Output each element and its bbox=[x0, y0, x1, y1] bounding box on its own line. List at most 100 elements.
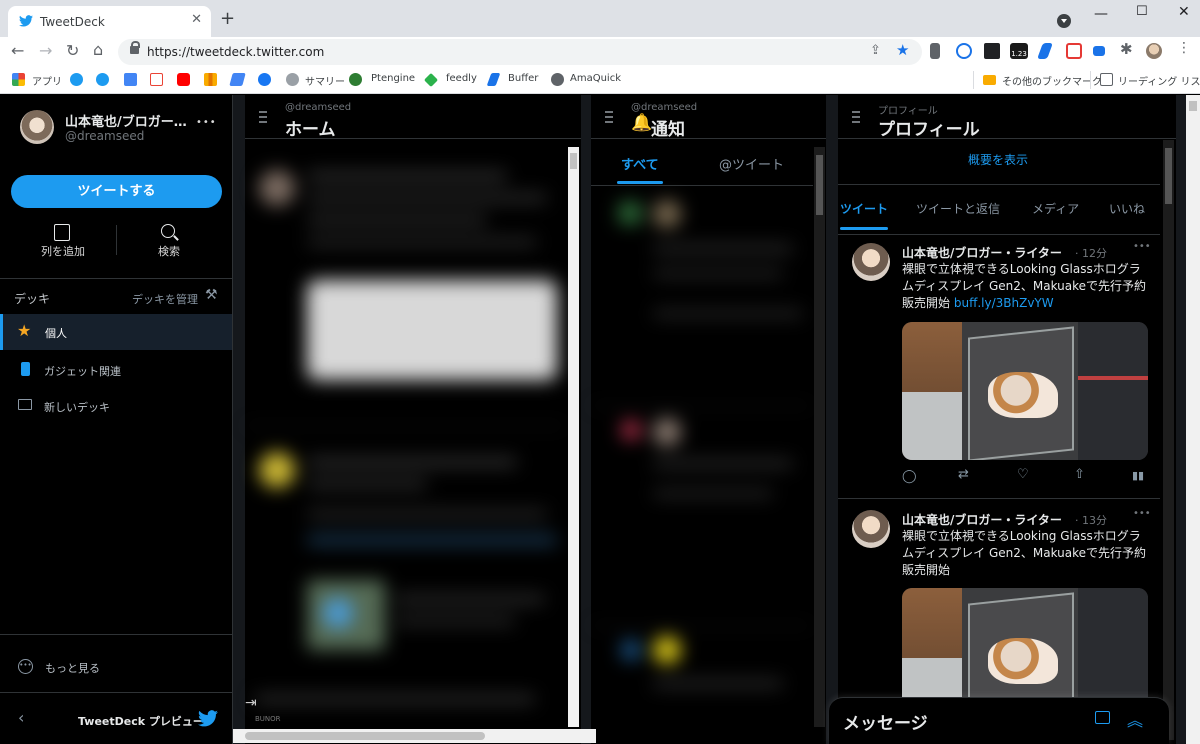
horizontal-scrollbar-thumb[interactable] bbox=[245, 732, 485, 740]
column-header[interactable]: @dreamseed ホーム bbox=[245, 95, 581, 140]
screenshot-extension-icon[interactable] bbox=[1066, 43, 1082, 59]
horizontal-scrollbar[interactable] bbox=[233, 729, 596, 743]
tweet-button[interactable]: ツイートする bbox=[11, 175, 222, 208]
deck-item-gadget[interactable]: ガジェット関連 bbox=[0, 351, 232, 387]
column-header[interactable]: @dreamseed 通知 🔔 bbox=[591, 95, 826, 140]
deck-item-personal[interactable]: ★ 個人 bbox=[0, 314, 232, 350]
bookmark-buffer[interactable]: Buffer bbox=[508, 73, 538, 84]
manage-decks-link[interactable]: デッキを管理 bbox=[132, 291, 198, 307]
tab-tweets[interactable]: ツイート bbox=[840, 200, 888, 217]
scrollbar[interactable] bbox=[568, 147, 579, 727]
account-menu-icon[interactable]: ••• bbox=[196, 117, 217, 128]
column-account: @dreamseed bbox=[631, 102, 698, 113]
show-overview-link[interactable]: 概要を表示 bbox=[968, 151, 1028, 168]
expand-messages-icon[interactable]: ︽ bbox=[1127, 707, 1143, 731]
drag-handle-icon[interactable] bbox=[852, 111, 860, 123]
tab-media[interactable]: メディア bbox=[1032, 200, 1079, 217]
tab-search-button[interactable] bbox=[1057, 14, 1071, 28]
tab-mentions[interactable]: @ツイート bbox=[719, 154, 784, 173]
extension-icon[interactable] bbox=[930, 43, 940, 59]
tweetdeck-extension-icon[interactable] bbox=[1093, 46, 1105, 56]
scrollbar[interactable] bbox=[1163, 140, 1174, 740]
tweet-author[interactable]: 山本竜也/ブロガー・ライター bbox=[902, 511, 1062, 528]
tweet-menu-icon[interactable]: ••• bbox=[1133, 508, 1151, 519]
lock-icon bbox=[130, 41, 140, 54]
gmail-bookmark-icon[interactable] bbox=[150, 73, 163, 86]
onepassword-extension-icon[interactable] bbox=[956, 43, 972, 59]
analytics-icon[interactable]: ▮▮ bbox=[1132, 469, 1144, 482]
column-header[interactable]: プロフィール プロフィール bbox=[838, 95, 1176, 140]
tweet-link[interactable]: buff.ly/3BhZvYW bbox=[954, 296, 1054, 310]
extensions-puzzle-icon[interactable]: ✱ bbox=[1120, 40, 1136, 58]
tweet-item[interactable]: 山本竜也/ブロガー・ライター · 12分 ••• 裸眼で立体視できるLookin… bbox=[838, 235, 1160, 499]
bookmark-feedly[interactable]: feedly bbox=[446, 73, 477, 84]
column-title: 通知 bbox=[651, 120, 685, 140]
counter-extension-icon[interactable]: 1.23 bbox=[1010, 43, 1028, 59]
maximize-button[interactable]: ☐ bbox=[1136, 4, 1148, 19]
bookmark-star-icon[interactable]: ★ bbox=[896, 41, 909, 59]
page-scrollbar[interactable] bbox=[1186, 95, 1200, 744]
browser-menu-icon[interactable]: ⋮ bbox=[1177, 40, 1193, 56]
address-bar[interactable]: https://tweetdeck.twitter.com ⇪ ★ bbox=[118, 39, 922, 65]
bookmark-amaquick[interactable]: AmaQuick bbox=[570, 73, 621, 84]
bookmark-ptengine[interactable]: Ptengine bbox=[371, 73, 415, 84]
tab-likes[interactable]: いいね bbox=[1109, 200, 1145, 217]
new-deck-icon bbox=[18, 399, 32, 410]
buffer-bookmark-icon bbox=[486, 73, 501, 86]
tweet-menu-icon[interactable]: ••• bbox=[1133, 241, 1151, 252]
account-name[interactable]: 山本竜也/ブロガー… bbox=[65, 111, 187, 130]
reply-icon[interactable]: ◯ bbox=[902, 469, 917, 484]
retweet-icon[interactable]: ⇄ bbox=[958, 467, 969, 482]
new-message-icon[interactable] bbox=[1095, 711, 1110, 724]
youtube-bookmark-icon[interactable] bbox=[177, 73, 190, 86]
back-button[interactable]: ← bbox=[11, 41, 24, 60]
bookmarks-divider-2 bbox=[1090, 71, 1091, 89]
bookmark-apps[interactable]: アプリ bbox=[32, 73, 62, 88]
bell-icon: 🔔 bbox=[631, 113, 653, 133]
twitter-bookmark-icon[interactable] bbox=[70, 73, 83, 86]
like-icon[interactable]: ♡ bbox=[1017, 467, 1029, 482]
twitter-bookmark-icon-2[interactable] bbox=[96, 73, 109, 86]
deck-item-new[interactable]: 新しいデッキ bbox=[0, 387, 232, 423]
column-home: @dreamseed ホーム BUNOR bbox=[245, 95, 581, 744]
calendar-bookmark-icon[interactable] bbox=[124, 73, 137, 86]
buffer-extension-icon[interactable] bbox=[984, 43, 1000, 59]
close-tab-icon[interactable]: ✕ bbox=[191, 12, 202, 27]
browser-tab[interactable]: TweetDeck ✕ bbox=[8, 6, 211, 37]
scrollbar[interactable] bbox=[814, 147, 825, 727]
home-button[interactable]: ⌂ bbox=[93, 40, 103, 59]
tweet-avatar[interactable] bbox=[852, 510, 890, 548]
show-more-link[interactable]: もっと見る bbox=[45, 660, 100, 676]
reload-button[interactable]: ↻ bbox=[66, 41, 79, 60]
page-scrollbar-thumb[interactable] bbox=[1189, 101, 1197, 111]
facebook-bookmark-icon[interactable] bbox=[258, 73, 271, 86]
expand-icon[interactable]: ⇥ bbox=[245, 695, 257, 711]
tab-tweets-replies[interactable]: ツイートと返信 bbox=[916, 200, 1000, 217]
forward-button[interactable]: → bbox=[39, 41, 52, 60]
search-button[interactable]: 検索 bbox=[148, 221, 198, 261]
minimize-button[interactable]: — bbox=[1094, 6, 1108, 22]
share-icon[interactable]: ⇧ bbox=[1074, 467, 1085, 482]
drag-handle-icon[interactable] bbox=[605, 111, 613, 123]
close-window-button[interactable]: ✕ bbox=[1178, 4, 1190, 20]
other-bookmarks[interactable]: その他のブックマーク bbox=[1002, 73, 1102, 88]
messages-drawer[interactable]: メッセージ ︽ bbox=[829, 697, 1169, 744]
account-avatar[interactable] bbox=[20, 110, 54, 144]
pen-extension-icon[interactable] bbox=[1037, 43, 1053, 59]
new-tab-button[interactable]: + bbox=[220, 8, 235, 29]
collapse-sidebar-icon[interactable]: ‹ bbox=[18, 708, 24, 727]
wrench-icon[interactable]: ⚒ bbox=[205, 287, 218, 303]
install-app-icon[interactable]: ⇪ bbox=[870, 43, 881, 58]
ads-bookmark-icon[interactable] bbox=[229, 73, 246, 86]
tweet-author[interactable]: 山本竜也/ブロガー・ライター bbox=[902, 244, 1062, 261]
tweet-photo[interactable] bbox=[902, 322, 1148, 460]
tweet-avatar[interactable] bbox=[852, 243, 890, 281]
add-column-button[interactable]: 列を追加 bbox=[34, 221, 94, 261]
bookmark-summary[interactable]: サマリー bbox=[305, 73, 345, 88]
profile-avatar[interactable] bbox=[1146, 43, 1162, 59]
url-text: https://tweetdeck.twitter.com bbox=[147, 45, 325, 59]
tab-all[interactable]: すべて bbox=[621, 154, 659, 173]
reading-list[interactable]: リーディング リスト bbox=[1118, 73, 1200, 88]
drag-handle-icon[interactable] bbox=[259, 111, 267, 123]
analytics-bookmark-icon[interactable] bbox=[204, 73, 217, 86]
